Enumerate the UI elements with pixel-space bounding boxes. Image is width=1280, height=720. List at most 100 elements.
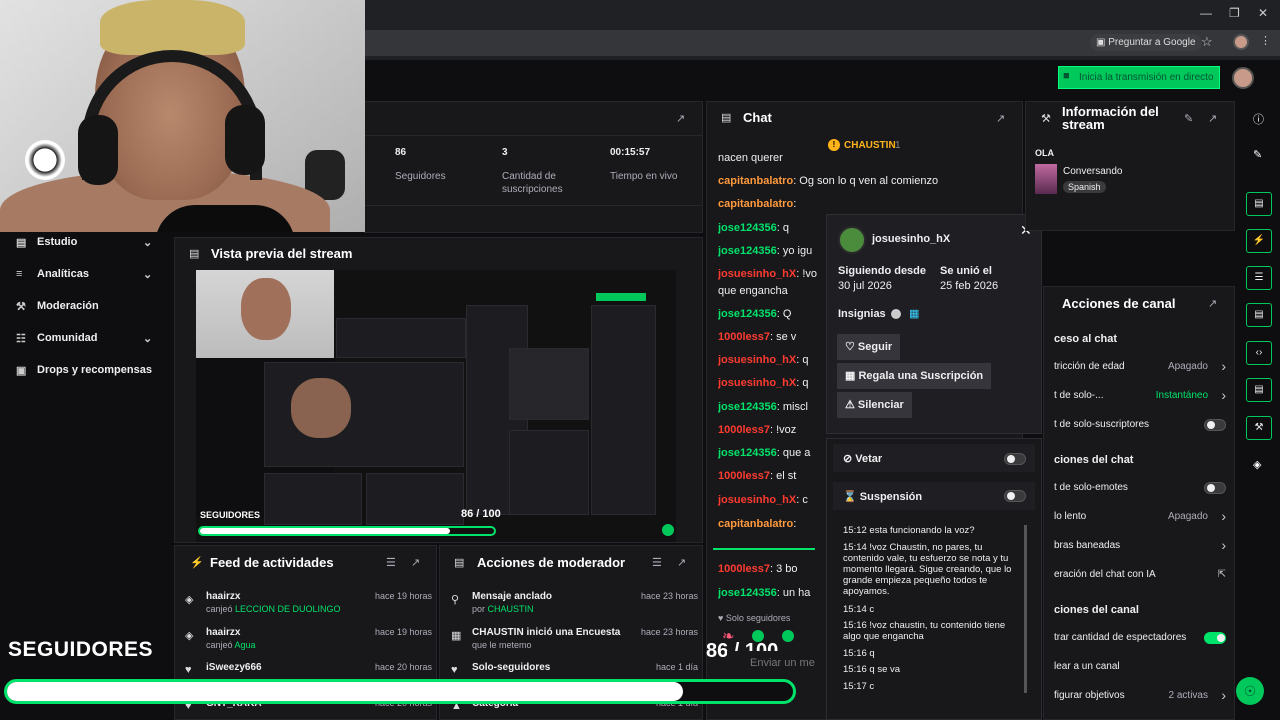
chat-text: : se v [770,331,797,343]
chat-username[interactable]: capitanbalatro [718,198,793,210]
nav-item-moderation[interactable]: ⚒ Moderación [0,300,170,314]
ask-google-button[interactable]: ▣ Preguntar a Google [1090,34,1202,51]
rail-tools-button[interactable]: ⚒ [1246,416,1272,440]
chat-username[interactable]: jose124356 [718,587,777,599]
channel-action-toggle[interactable] [1204,419,1226,431]
chevron-right-icon: › [1221,508,1226,524]
chat-username[interactable]: 1000less7 [718,331,770,343]
channel-action-label: eración del chat con IA [1054,569,1156,580]
stream-preview-video[interactable]: SEGUIDORES 86 / 100 [196,270,676,542]
popout-icon[interactable]: ↗ [996,112,1005,125]
gift-sub-button[interactable]: ▦ Regala una Suscripción [837,363,992,389]
minimize-icon[interactable]: — [1200,6,1212,20]
follow-button[interactable]: ♡ Seguir [837,334,901,360]
filter-icon[interactable]: ☰ [386,556,396,569]
timeout-toggle[interactable] [1004,490,1026,502]
chat-username[interactable]: josuesinho_hX [718,354,796,366]
chat-text: : [793,198,797,210]
channel-action-toggle[interactable] [1204,482,1226,494]
chat-username[interactable]: jose124356 [718,222,777,234]
channel-action-row[interactable]: trar cantidad de espectadores [1054,632,1226,644]
pinned-count: 1 [895,140,901,151]
ban-toggle[interactable] [1004,453,1026,465]
maximize-icon[interactable]: ❐ [1229,6,1240,20]
rail-stats-button[interactable]: ▤ [1246,378,1272,402]
chat-message: capitanbalatro: [718,198,818,210]
chat-username[interactable]: capitanbalatro [718,175,793,187]
chat-username[interactable]: 1000less7 [718,470,770,482]
user-avatar [838,226,866,254]
rail-embed-button[interactable]: ‹› [1246,341,1272,365]
chat-username[interactable]: 1000less7 [718,563,770,575]
channel-action-row[interactable]: lear a un canal [1054,661,1226,672]
edit-icon[interactable]: ✎ [1184,112,1193,125]
edit-icon[interactable]: ✎ [1253,148,1262,161]
go-live-button[interactable]: Inicia la transmisión en directo [1058,66,1220,89]
nav-item-studio[interactable]: ▤ Estudio ⌄ [0,236,170,250]
help-icon[interactable]: ☉ [1236,677,1264,705]
chat-text: : Q [776,308,792,320]
channel-action-row[interactable]: eración del chat con IA ⇱ [1054,569,1226,580]
channel-action-row[interactable]: lo lento Apagado › [1054,508,1226,524]
chat-text: : Og son lo q ven al comienzo [793,175,939,187]
channel-action-row[interactable]: tricción de edad Apagado › [1054,358,1226,374]
user-avatar[interactable] [1232,67,1254,89]
chat-username[interactable]: jose124356 [718,447,777,459]
chat-username[interactable]: josuesinho_hX [718,268,796,280]
filter-icon[interactable]: ☰ [652,556,662,569]
chat-input[interactable]: Enviar un me [727,651,825,675]
headphone-cup [225,105,265,175]
rail-chat-button[interactable]: ▤ [1246,303,1272,327]
chat-username[interactable]: jose124356 [718,308,777,320]
scrollbar[interactable] [1024,525,1027,693]
nav-item-community[interactable]: ☷ Comunidad ⌄ [0,332,170,346]
close-window-icon[interactable]: ✕ [1258,6,1268,20]
list-icon: ☰ [1254,272,1264,283]
chat-username[interactable]: capitanbalatro [718,518,793,530]
joined-label: Se unió el [940,265,992,277]
channel-action-label: trar cantidad de espectadores [1054,632,1187,643]
rail-preview-button[interactable]: ▤ [1246,192,1272,216]
channel-action-row[interactable]: t de solo-emotes [1054,482,1226,494]
browser-menu-icon[interactable]: ⋮ [1260,34,1271,47]
channel-points-icon[interactable]: ◈ [1253,458,1261,471]
mod-action-item: ⚲ Mensaje anclado hace 23 horas por CHAUSTI… [451,591,698,614]
info-icon[interactable] [891,309,901,319]
popout-icon[interactable]: ↗ [1208,112,1217,125]
channel-action-row[interactable]: t de solo-suscriptores [1054,419,1226,431]
user-log-message: 15:16 q se va [843,664,901,675]
chat-username[interactable]: jose124356 [718,245,777,257]
popout-icon[interactable]: ↗ [676,112,685,125]
nav-item-analytics[interactable]: ≡ Analíticas ⌄ [0,268,170,282]
chat-text: : un ha [776,587,811,599]
lightning-icon: ⚡ [190,557,204,569]
chat-username[interactable]: 1000less7 [718,424,770,436]
rail-activity-button[interactable]: ⚡ [1246,229,1272,253]
pin-icon: ⚲ [451,594,460,606]
timeout-label: ⌛ Suspensión [843,491,923,503]
channel-section-heading: ciones del chat [1054,454,1226,466]
chat-username[interactable]: josuesinho_hX [718,494,796,506]
popout-icon[interactable]: ↗ [677,556,686,569]
popout-icon[interactable]: ↗ [1208,297,1217,310]
chat-text: : q [796,377,809,389]
browser-profile-avatar[interactable] [1233,34,1249,50]
channel-action-row[interactable]: bras baneadas › [1054,537,1226,553]
channel-action-row[interactable]: t de solo-... Instantáneo › [1054,387,1226,403]
preview-face [241,278,291,340]
channel-action-label: lo lento [1054,511,1087,522]
mute-button[interactable]: ⚠ Silenciar [837,392,912,418]
chat-message: jose124356: que a [718,447,818,459]
channel-actions-title: Acciones de canal [1062,296,1176,311]
channel-action-row[interactable]: figurar objetivos 2 activas › [1054,687,1226,703]
popout-icon[interactable]: ↗ [411,556,420,569]
chat-username[interactable]: josuesinho_hX [718,377,796,389]
preview-followers-label: SEGUIDORES [200,510,261,520]
info-icon[interactable]: ⓘ [1253,111,1264,127]
chat-username[interactable]: jose124356 [718,401,777,413]
channel-action-toggle[interactable] [1204,632,1226,644]
rail-mod-button[interactable]: ☰ [1246,266,1272,290]
bookmark-star-icon[interactable]: ☆ [1201,34,1213,50]
nav-item-drops[interactable]: ▣ Drops y recompensas [0,364,170,378]
channel-action-label: ciones del chat [1054,454,1134,466]
